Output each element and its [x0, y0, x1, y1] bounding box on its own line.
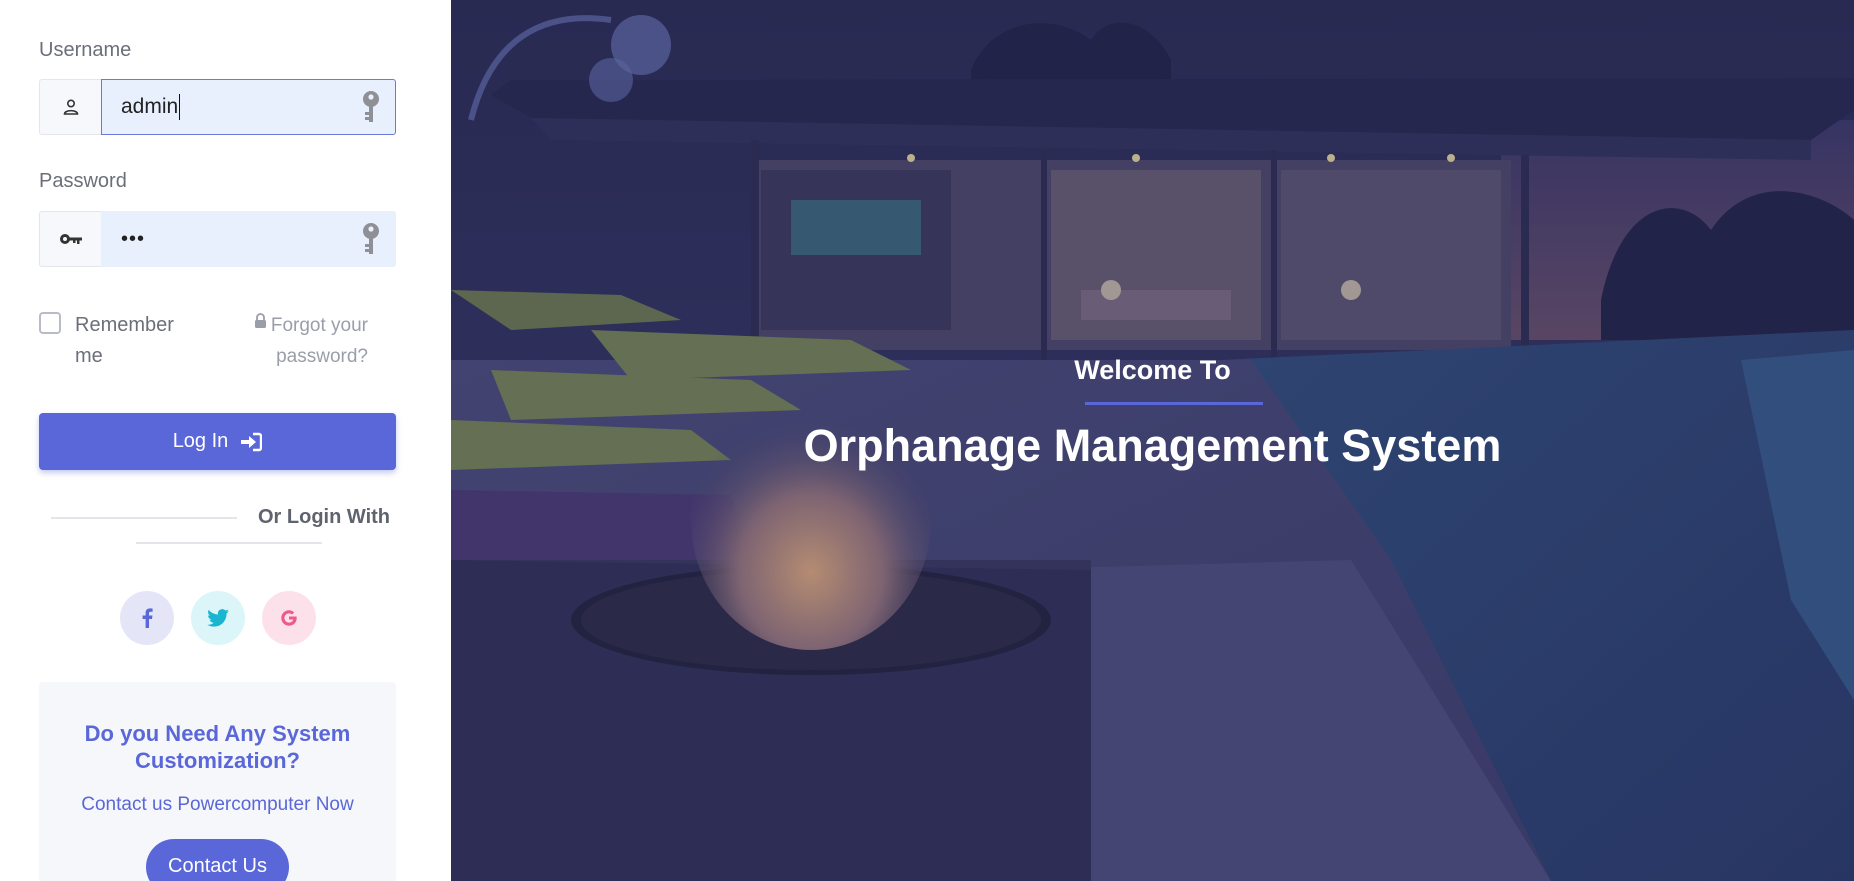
username-input[interactable]: admin: [101, 79, 396, 135]
twitter-icon: [207, 609, 229, 627]
password-manager-key-icon[interactable]: [361, 222, 381, 264]
or-login-with-label: Or Login With: [258, 506, 391, 528]
promo-title: Do you Need Any System Customization?: [84, 721, 351, 773]
hero-section: Welcome To Orphanage Management System: [451, 0, 1854, 881]
login-page: Username admin Password ••• Remember me …: [0, 0, 1854, 881]
username-value: admin: [121, 95, 179, 118]
facebook-login-button[interactable]: [120, 591, 174, 645]
customization-promo-card: Do you Need Any System Customization? Co…: [39, 682, 396, 881]
password-manager-key-icon[interactable]: [361, 90, 381, 132]
facebook-icon: [142, 608, 153, 628]
remember-me-label[interactable]: Remember me: [75, 310, 195, 372]
divider-left: [51, 517, 237, 519]
password-input[interactable]: •••: [101, 211, 396, 267]
twitter-login-button[interactable]: [191, 591, 245, 645]
password-mask: •••: [121, 227, 146, 250]
username-input-group: admin: [39, 79, 396, 135]
system-title: Orphanage Management System: [803, 420, 1502, 471]
sign-in-icon: [241, 432, 263, 451]
promo-subtitle: Contact us Powercomputer Now: [81, 794, 354, 815]
username-label: Username: [39, 39, 132, 61]
login-button[interactable]: Log In: [39, 413, 396, 470]
lock-icon: [254, 308, 267, 339]
forgot-password-link[interactable]: Forgot your password?: [240, 308, 368, 372]
user-icon: [39, 79, 101, 135]
google-icon: [281, 610, 297, 626]
remember-me-checkbox[interactable]: [39, 312, 61, 334]
welcome-heading: Welcome To: [1074, 355, 1231, 385]
google-login-button[interactable]: [262, 591, 316, 645]
forgot-password-text: Forgot your password?: [270, 315, 368, 367]
contact-us-button[interactable]: Contact Us: [146, 839, 289, 881]
password-input-group: •••: [39, 211, 396, 267]
welcome-underline: [1085, 402, 1263, 405]
login-panel: Username admin Password ••• Remember me …: [0, 0, 451, 881]
text-caret: [179, 94, 181, 120]
divider-right: [136, 542, 322, 544]
key-icon: [39, 211, 101, 267]
password-label: Password: [39, 170, 127, 192]
login-button-label: Log In: [172, 430, 229, 452]
